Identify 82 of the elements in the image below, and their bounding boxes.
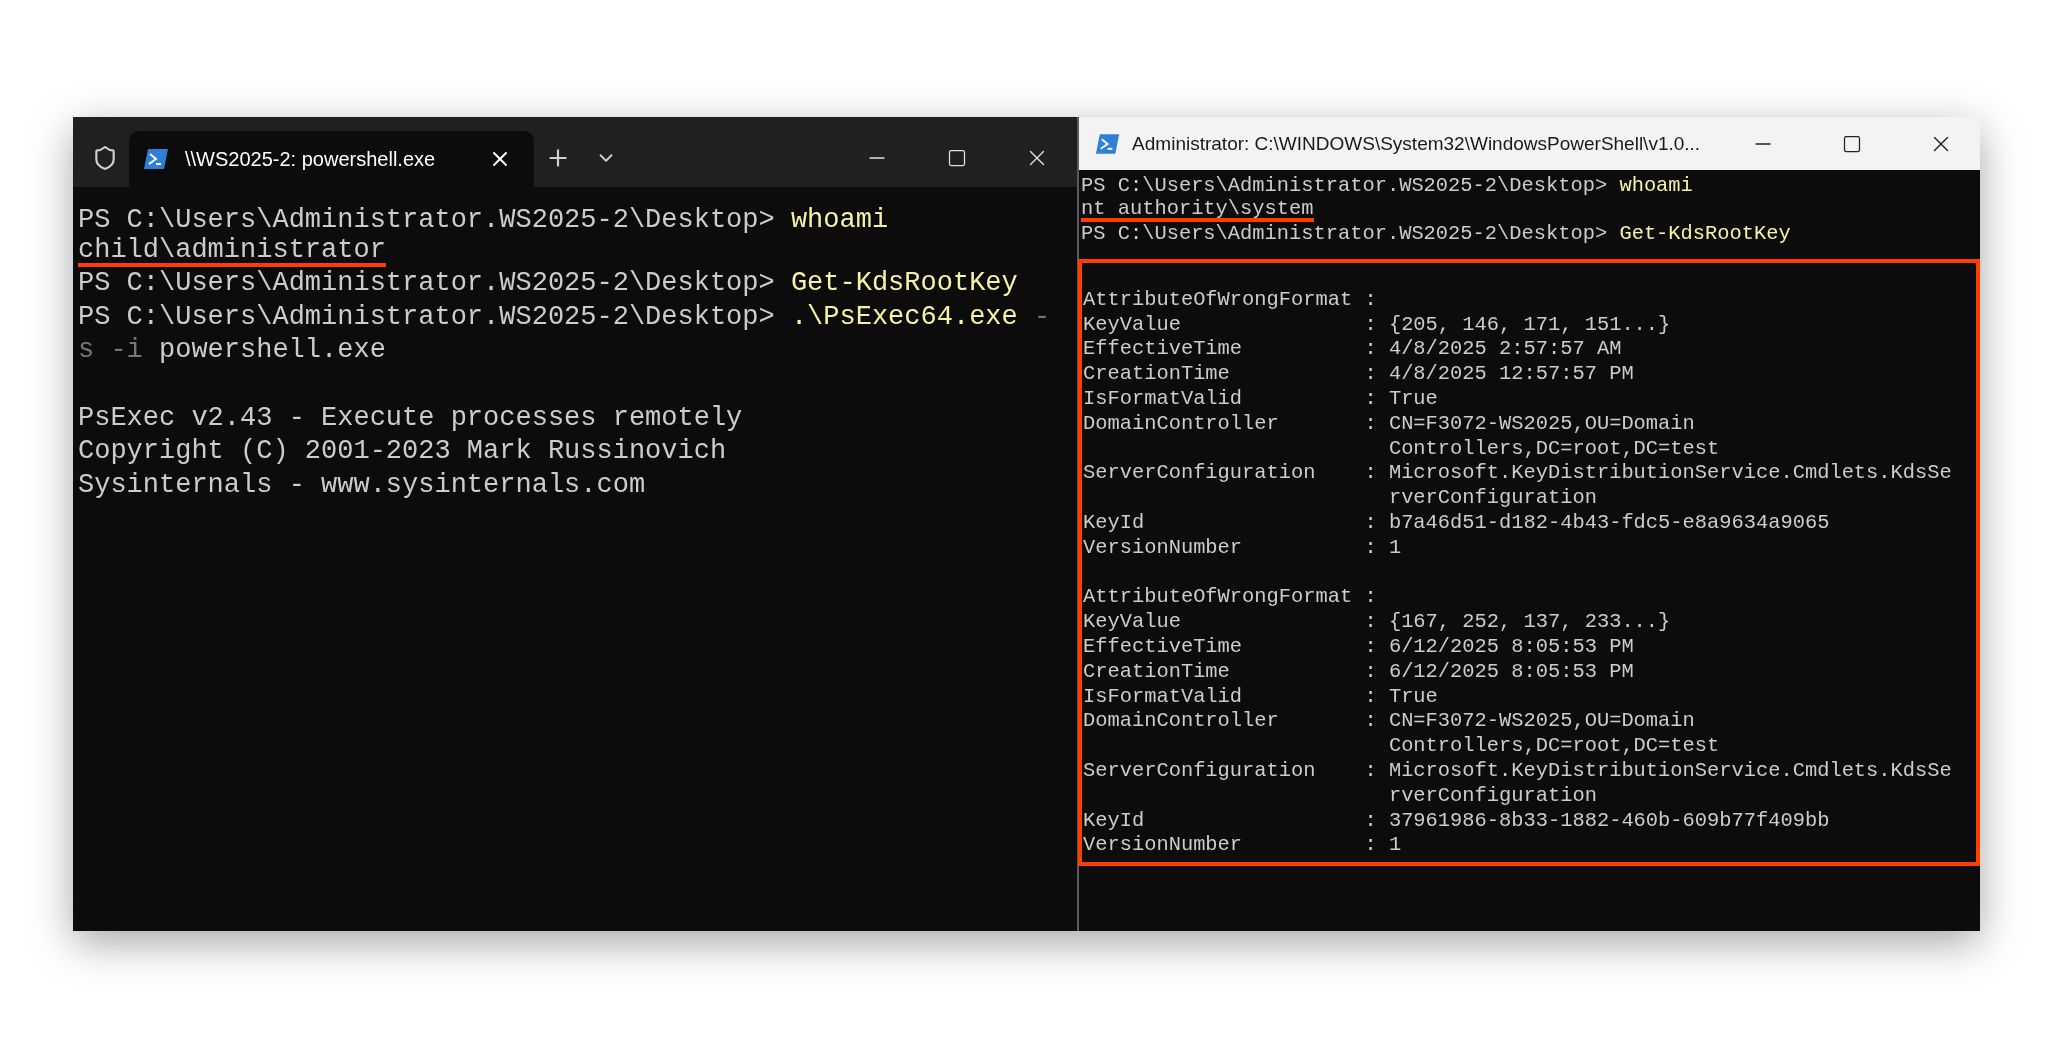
powershell-icon — [1095, 132, 1121, 155]
field-name: EffectiveTime — [1083, 337, 1244, 363]
field-separator: : — [1364, 634, 1378, 660]
field-name: AttributeOfWrongFormat — [1083, 585, 1354, 611]
field-value: {167, 252, 137, 233...} — [1388, 610, 1672, 635]
command-text: .\PsExec64.exe — [790, 300, 1018, 334]
tab-title: \\WS2025-2: powershell.exe — [185, 147, 437, 171]
maximize-icon[interactable] — [1842, 133, 1863, 154]
field-name: VersionNumber — [1083, 833, 1244, 859]
field-value: True — [1388, 684, 1439, 710]
parameter-text: - — [1033, 300, 1051, 334]
field-name: DomainController — [1083, 709, 1280, 735]
field-value: Controllers,DC=root,DC=test — [1388, 734, 1721, 759]
field-name: IsFormatValid — [1083, 684, 1244, 710]
field-name: IsFormatValid — [1083, 386, 1244, 412]
field-name: CreationTime — [1083, 362, 1231, 387]
command-text: whoami — [790, 204, 889, 237]
field-value: 37961986-8b33-1882-460b-609b77f409bb — [1388, 808, 1831, 834]
field-separator: : — [1364, 758, 1378, 784]
field-separator: : — [1364, 461, 1378, 487]
prompt-text: PS C:\Users\Administrator.WS2025-2\Desktop> — [1081, 174, 1608, 199]
field-value: rverConfiguration — [1388, 783, 1598, 809]
field-name: ServerConfiguration — [1083, 461, 1317, 487]
parameter-text: s -i — [78, 334, 143, 368]
shield-icon[interactable] — [92, 145, 118, 171]
field-value: CN=F3072-WS2025,OU=Domain — [1388, 709, 1696, 735]
field-name: KeyValue — [1083, 610, 1182, 635]
output-text: powershell.exe — [159, 334, 386, 368]
field-name: CreationTime — [1083, 659, 1231, 685]
field-value: Microsoft.KeyDistributionService.Cmdlets.KdsSe — [1388, 758, 1953, 784]
field-value: Controllers,DC=root,DC=test — [1388, 436, 1721, 462]
terminal-tab[interactable]: \\WS2025-2: powershell.exe — [129, 131, 534, 187]
field-separator: : — [1364, 585, 1378, 611]
field-separator: : — [1364, 337, 1378, 363]
field-name: DomainController — [1083, 411, 1280, 437]
field-value: rverConfiguration — [1388, 486, 1598, 511]
field-value: 1 — [1388, 535, 1403, 561]
field-value: {205, 146, 171, 151...} — [1388, 312, 1672, 338]
field-separator: : — [1364, 610, 1378, 635]
output-text: Copyright (C) 2001-2023 Mark Russinovich — [78, 435, 727, 469]
field-separator: : — [1364, 411, 1378, 437]
field-separator: : — [1364, 386, 1378, 412]
command-text: Get-KdsRootKey — [790, 267, 1018, 301]
field-name: VersionNumber — [1083, 535, 1244, 561]
field-separator: : — [1364, 287, 1378, 313]
field-value: 1 — [1388, 833, 1403, 859]
field-value: 4/8/2025 12:57:57 PM — [1388, 362, 1635, 387]
field-separator: : — [1364, 312, 1378, 338]
field-value: True — [1388, 386, 1439, 412]
field-value: Microsoft.KeyDistributionService.Cmdlets.KdsSe — [1388, 461, 1953, 487]
command-text: whoami — [1619, 174, 1693, 199]
field-name: AttributeOfWrongFormat — [1083, 287, 1354, 313]
field-separator: : — [1364, 709, 1378, 735]
field-name: KeyId — [1083, 808, 1146, 834]
output-text: child\administrator — [78, 237, 386, 268]
field-value: 6/12/2025 8:05:53 PM — [1388, 634, 1635, 660]
field-separator: : — [1364, 659, 1378, 685]
field-name: KeyId — [1083, 510, 1146, 536]
output-text: Sysinternals - www.sysinternals.com — [78, 468, 646, 502]
field-separator: : — [1364, 535, 1378, 561]
output-text: nt authority\system — [1081, 198, 1314, 223]
field-separator: : — [1364, 808, 1378, 834]
field-separator: : — [1364, 362, 1378, 387]
prompt-text: PS C:\Users\Administrator.WS2025-2\Desktop> — [1081, 222, 1608, 247]
prompt-text: PS C:\Users\Administrator.WS2025-2\Desktop> — [78, 204, 775, 237]
window-title: Administrator: C:\WINDOWS\System32\WindowsPowerShell\v1.0... — [1132, 132, 1701, 155]
field-separator: : — [1364, 684, 1378, 710]
field-name: ServerConfiguration — [1083, 758, 1317, 784]
field-separator: : — [1364, 833, 1378, 859]
prompt-text: PS C:\Users\Administrator.WS2025-2\Desktop> — [78, 300, 775, 334]
field-value: b7a46d51-d182-4b43-fdc5-e8a9634a9065 — [1388, 510, 1831, 536]
output-text: PsExec v2.43 - Execute processes remotely — [78, 401, 743, 435]
field-value: 4/8/2025 2:57:57 AM — [1388, 337, 1623, 363]
prompt-text: PS C:\Users\Administrator.WS2025-2\Desktop> — [78, 267, 775, 301]
field-value: CN=F3072-WS2025,OU=Domain — [1388, 411, 1696, 437]
command-text: Get-KdsRootKey — [1619, 222, 1791, 247]
field-separator: : — [1364, 510, 1378, 536]
maximize-icon[interactable] — [947, 148, 967, 168]
field-name: KeyValue — [1083, 312, 1182, 338]
field-name: EffectiveTime — [1083, 634, 1244, 660]
powershell-icon — [143, 148, 169, 170]
field-value: 6/12/2025 8:05:53 PM — [1388, 659, 1635, 685]
